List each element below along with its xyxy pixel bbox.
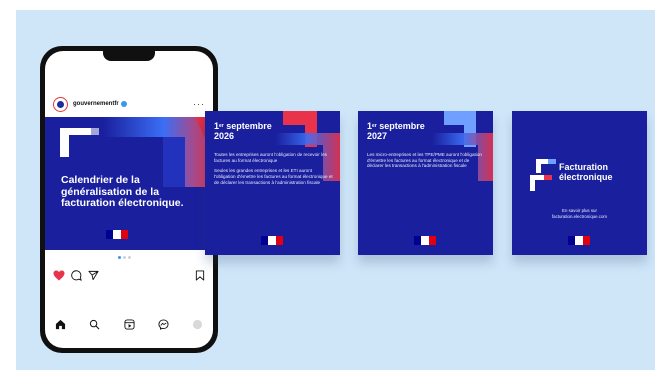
card-paragraph: Seules les grandes entreprises et les ET… <box>214 168 333 185</box>
search-icon[interactable] <box>89 319 100 330</box>
post-card-2026[interactable]: 1er septembre 2026 Toutes les entreprises… <box>205 111 340 255</box>
card-paragraph: Les micro-entreprises et les TPE/PME aur… <box>367 152 482 169</box>
share-icon[interactable] <box>88 270 99 281</box>
card-date: 1er septembre 2026 <box>214 121 272 141</box>
card-text: Toutes les entreprises auront l'obligati… <box>214 152 334 191</box>
more-horizontal-icon[interactable]: ··· <box>193 100 205 109</box>
avatar[interactable] <box>53 96 68 112</box>
account-name[interactable]: gouvernementfr <box>73 101 119 107</box>
background-scene: gouvernementfr ··· Calendrier de la géné… <box>16 10 655 370</box>
republique-francaise-logo <box>568 236 590 245</box>
reels-icon[interactable] <box>123 318 135 330</box>
facturation-logo-text: Facturation électronique <box>559 162 613 182</box>
bottom-tab-bar <box>55 316 203 332</box>
verified-badge-icon <box>120 101 127 107</box>
card-paragraph: Toutes les entreprises auront l'obligati… <box>214 152 327 163</box>
post-card-2027[interactable]: 1er septembre 2027 Les micro-entreprises … <box>358 111 493 255</box>
post-image[interactable]: Calendrier de la généralisation de la fa… <box>45 117 213 250</box>
post-title: Calendrier de la généralisation de la fa… <box>61 174 184 209</box>
website-link[interactable]: facturation.electronique.com <box>512 214 647 220</box>
profile-icon[interactable] <box>192 319 203 330</box>
card-text: Les micro-entreprises et les TPE/PME aur… <box>367 152 487 174</box>
card-date: 1er septembre 2027 <box>367 121 425 141</box>
more-info-text: En savoir plus sur facturation.electroni… <box>512 208 647 220</box>
republique-francaise-logo <box>261 236 283 245</box>
home-icon[interactable] <box>55 319 66 330</box>
comment-icon[interactable] <box>71 269 82 281</box>
bookmark-icon[interactable] <box>195 269 205 281</box>
post-card-logo[interactable]: Facturation électronique En savoir plus … <box>512 111 647 255</box>
heart-icon[interactable] <box>53 270 65 281</box>
post-actions <box>53 267 205 283</box>
phone-notch <box>103 51 155 61</box>
phone-screen: gouvernementfr ··· Calendrier de la géné… <box>45 51 213 348</box>
carousel-dots <box>118 256 131 259</box>
phone-mockup: gouvernementfr ··· Calendrier de la géné… <box>40 46 218 353</box>
republique-francaise-logo <box>414 236 436 245</box>
messenger-icon[interactable] <box>158 318 169 330</box>
post-header: gouvernementfr ··· <box>53 95 205 113</box>
republique-francaise-logo <box>106 230 128 239</box>
